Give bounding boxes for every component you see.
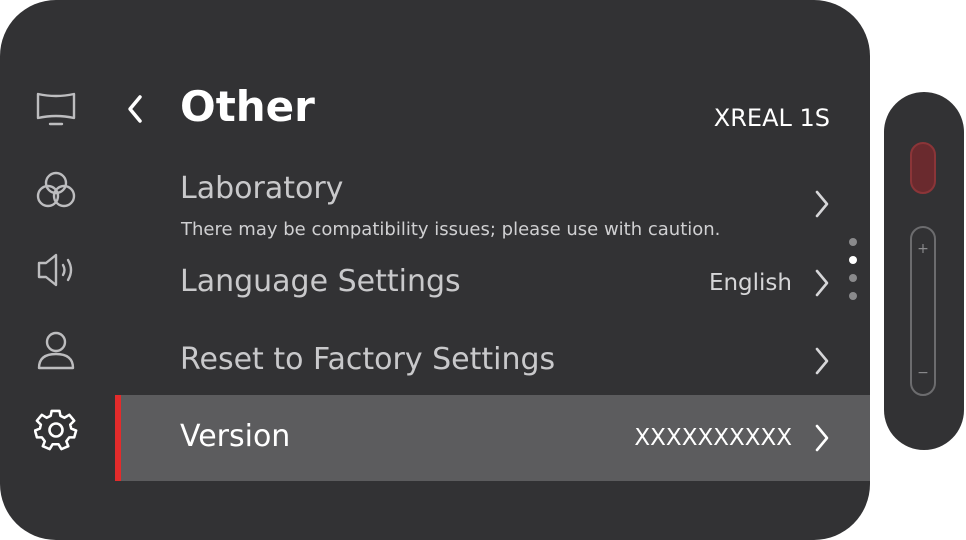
volume-up-label: + (917, 241, 929, 257)
chevron-right-icon (815, 424, 829, 452)
chevron-right-icon (815, 347, 829, 375)
back-chevron-icon[interactable] (120, 92, 150, 126)
menu-item-version[interactable]: Version XXXXXXXXXX (115, 395, 870, 481)
page-dot (849, 274, 857, 282)
page-title: Other (180, 82, 315, 131)
page-indicator (849, 238, 859, 310)
language-settings-label: Language Settings (180, 264, 461, 299)
language-value: English (708, 270, 792, 296)
volume-down-label: − (917, 365, 929, 381)
reset-label: Reset to Factory Settings (180, 342, 556, 377)
menu-item-laboratory[interactable]: Laboratory There may be compatibility is… (115, 165, 870, 245)
version-label: Version (180, 419, 291, 454)
speaker-icon[interactable] (34, 248, 78, 292)
side-controller: + − (884, 92, 964, 450)
record-button[interactable] (910, 142, 936, 194)
device-name: XREAL 1S (713, 104, 830, 132)
display-icon[interactable] (34, 86, 78, 130)
gear-icon[interactable] (34, 408, 78, 452)
laboratory-subtitle: There may be compatibility issues; pleas… (181, 219, 721, 240)
chevron-right-icon (815, 269, 829, 297)
chevron-right-icon (815, 190, 829, 218)
laboratory-label: Laboratory (180, 171, 344, 206)
settings-panel: Other XREAL 1S Laboratory There may be c… (0, 0, 870, 540)
page-dot (849, 238, 857, 246)
selection-indicator (115, 395, 121, 481)
menu-item-reset-factory-settings[interactable]: Reset to Factory Settings (115, 330, 870, 392)
volume-rocker[interactable]: + − (910, 226, 936, 396)
page-dot (849, 292, 857, 300)
user-icon[interactable] (34, 328, 78, 372)
menu-item-language-settings[interactable]: Language Settings English (115, 252, 870, 314)
version-value: XXXXXXXXXX (634, 425, 792, 451)
page-dot-active (849, 256, 857, 264)
color-circles-icon[interactable] (34, 168, 78, 212)
